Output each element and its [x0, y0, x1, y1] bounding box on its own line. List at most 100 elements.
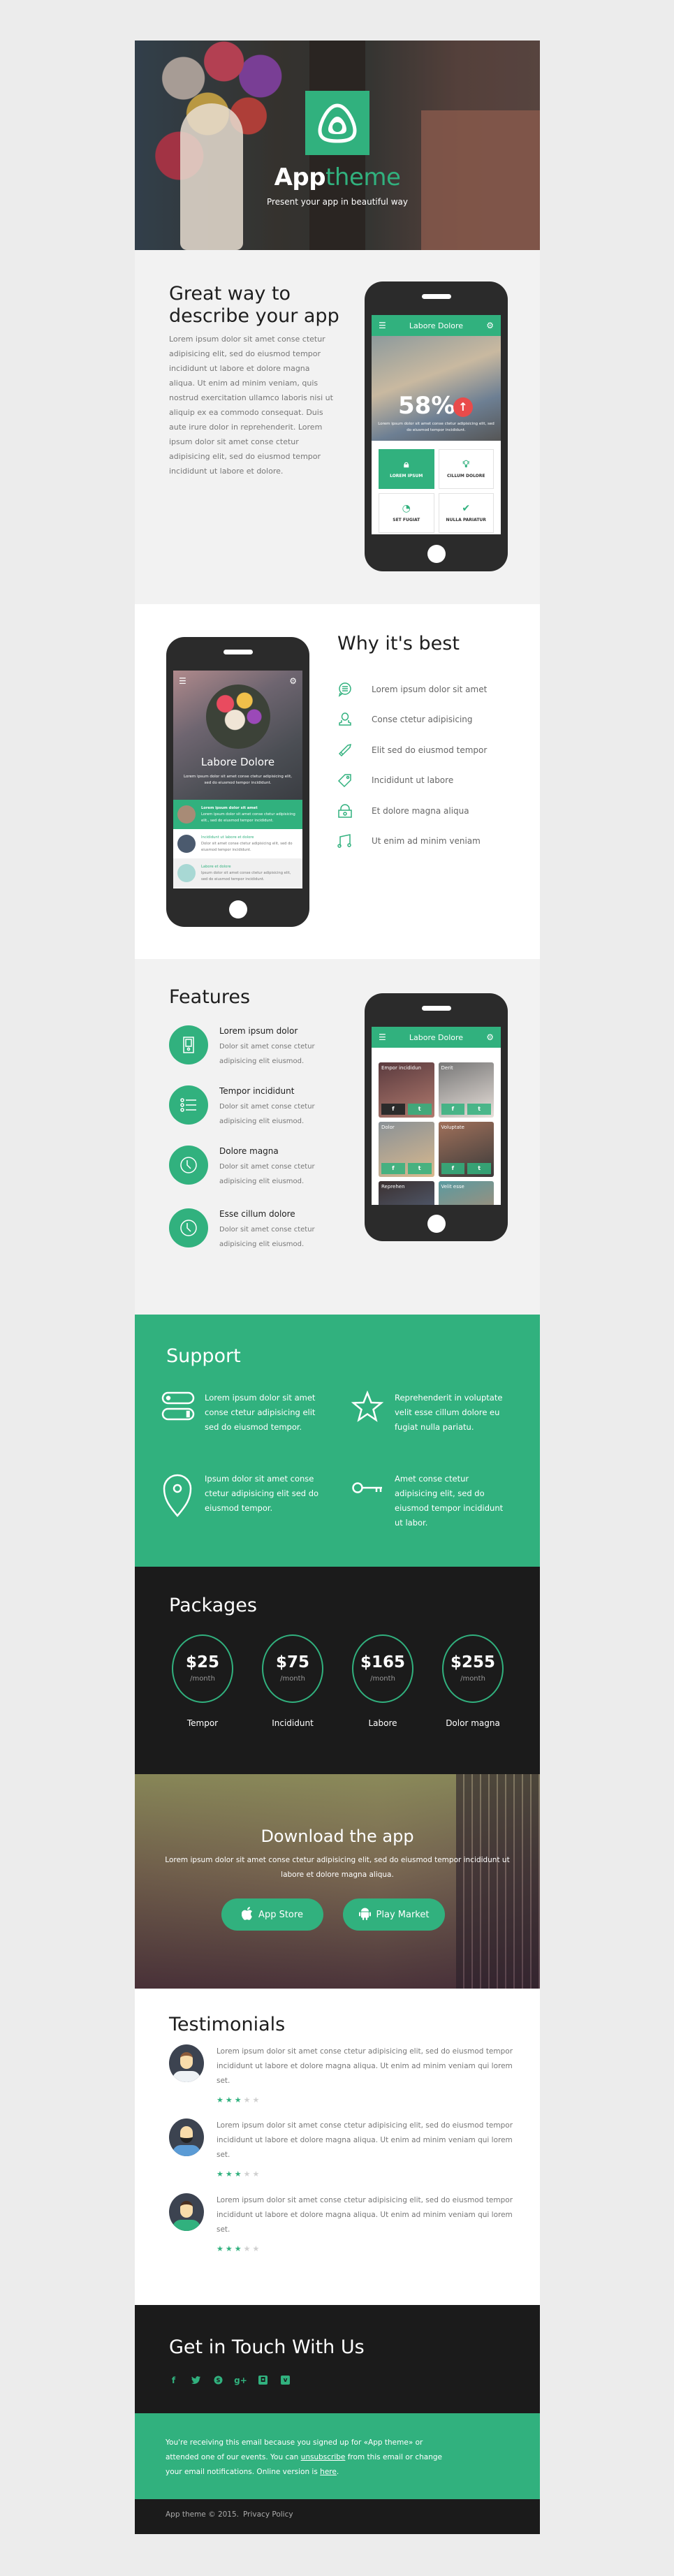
profile-card[interactable]: Voluptate f t	[438, 1122, 494, 1177]
package-price-ring: $75/month	[262, 1634, 323, 1703]
toggles-icon	[161, 1391, 205, 1435]
list-item[interactable]: Incididunt ut labore et dolore Dolor sit …	[173, 829, 302, 858]
download-text: Lorem ipsum dolor sit amet conse ctetur …	[165, 1856, 510, 1879]
instagram-icon[interactable]: ◘	[258, 2376, 268, 2385]
star-filled-icon: ★	[217, 2095, 226, 2105]
facebook-icon[interactable]: f	[441, 1163, 465, 1174]
profile-card-name: Derit	[441, 1065, 453, 1071]
phone-mockup: ☰ ⚙ Labore Dolore Lorem ipsum dolor sit …	[166, 637, 309, 927]
avatar	[177, 864, 196, 882]
feature-item: Esse cillum dolore Dolor sit amet conse c…	[169, 1208, 328, 1268]
package-period: /month	[460, 1675, 485, 1683]
package-card[interactable]: $25/month Tempor	[168, 1634, 237, 1728]
twitter-icon[interactable]	[191, 2376, 200, 2385]
profile-card[interactable]: Dolor f t	[379, 1122, 434, 1177]
tile-label: NULLA PARIATUR	[446, 518, 486, 522]
avatar	[169, 2193, 204, 2231]
list-item-text: Ipsum dolor sit amet conse ctetur adipis…	[201, 871, 291, 881]
gear-icon[interactable]: ⚙	[289, 676, 297, 686]
online-version-link[interactable]: here	[320, 2468, 337, 2476]
features-list: Lorem ipsum dolor Dolor sit amet conse ct…	[169, 1025, 328, 1268]
tile-label: CILLUM DOLORE	[446, 474, 485, 478]
profile-avatar	[206, 685, 270, 749]
why-item: Conse ctetur adipisicing	[337, 705, 487, 736]
package-card[interactable]: $255/month Dolor magna	[438, 1634, 508, 1728]
support-text: Amet conse ctetur adipisicing elit, sed …	[395, 1474, 504, 1528]
gear-icon[interactable]: ⚙	[486, 321, 494, 330]
mobile-device-icon	[169, 1025, 208, 1064]
feature-item: Dolore magna Dolor sit amet conse ctetur …	[169, 1146, 328, 1206]
why-title: Why it's best	[337, 633, 460, 654]
twitter-icon[interactable]: t	[407, 1163, 432, 1174]
star-rating: ★★★★★	[217, 2244, 518, 2253]
package-card[interactable]: $75/month Incididunt	[258, 1634, 328, 1728]
phone-speaker	[421, 1006, 451, 1011]
tile-nulla-pariatur[interactable]: ✔ NULLA PARIATUR	[438, 493, 494, 533]
profile-card[interactable]: Velit esseft	[438, 1181, 494, 1205]
package-price-ring: $255/month	[442, 1634, 504, 1703]
vimeo-icon[interactable]: v	[281, 2376, 290, 2385]
phone-home-button	[427, 545, 446, 563]
profile-card[interactable]: Derit f t	[438, 1062, 494, 1118]
list-item-title: Incididunt ut labore et dolore	[201, 835, 254, 840]
facebook-icon[interactable]: f	[441, 1104, 465, 1115]
app-store-button[interactable]: App Store	[221, 1898, 323, 1931]
phone-screen: ☰ Labore Dolore ⚙ Empor incididun f t Deri…	[372, 1027, 501, 1205]
tile-cillum-dolore[interactable]: 💡︎ CILLUM DOLORE	[438, 449, 494, 489]
tile-label: LOREM IPSUM	[390, 474, 423, 478]
support-item: Reprehenderit in voluptate velit esse ci…	[351, 1391, 512, 1435]
twitter-icon[interactable]: t	[467, 1104, 491, 1115]
facebook-icon[interactable]: f	[169, 2376, 178, 2385]
twitter-icon[interactable]: t	[467, 1163, 491, 1174]
package-name: Labore	[368, 1718, 397, 1728]
intro-title: Great way to describe your app	[169, 283, 339, 328]
hamburger-menu-icon[interactable]: ☰	[379, 321, 386, 330]
tagline: Present your app in beautiful way	[266, 197, 409, 207]
hamburger-menu-icon[interactable]: ☰	[379, 1032, 386, 1042]
package-card[interactable]: $165/month Labore	[348, 1634, 418, 1728]
star-filled-icon: ★	[234, 2095, 244, 2105]
profile-card[interactable]: Reprehenft	[379, 1181, 434, 1205]
facebook-icon[interactable]: f	[381, 1163, 405, 1174]
facebook-icon[interactable]: f	[381, 1104, 405, 1115]
list-item-title: Labore et dolore	[201, 865, 231, 869]
list-item-title: Lorem ipsum dolor sit amet	[201, 806, 258, 810]
app-bar-title: Labore Dolore	[409, 321, 464, 330]
avatar	[177, 805, 196, 824]
phone-home-button	[228, 900, 247, 919]
skype-icon[interactable]: S	[214, 2376, 223, 2385]
clock-icon	[169, 1208, 208, 1247]
why-item: Et dolore magna aliqua	[337, 796, 487, 826]
testimonial-text: Lorem ipsum dolor sit amet conse ctetur …	[217, 2047, 513, 2085]
hamburger-menu-icon[interactable]: ☰	[179, 676, 186, 686]
star-icon	[351, 1391, 395, 1435]
features-section: Features Lorem ipsum dolor Dolor sit amet…	[135, 959, 540, 1315]
privacy-policy-link[interactable]: Privacy Policy	[243, 2510, 293, 2519]
google-plus-icon[interactable]: g+	[234, 2376, 247, 2385]
tile-set-fugiat[interactable]: ◔ SET FUGIAT	[379, 493, 434, 533]
footer: App theme © 2015. Privacy Policy	[135, 2499, 540, 2534]
brand-part-app: App	[274, 163, 326, 191]
list-item[interactable]: Labore et dolore Ipsum dolor sit amet con…	[173, 858, 302, 888]
rounded-triangle-logo-icon	[305, 91, 369, 155]
support-text: Ipsum dolor sit amet conse ctetur adipis…	[205, 1474, 319, 1513]
package-price: $255	[450, 1653, 495, 1671]
lock-icon	[337, 803, 357, 819]
unsubscribe-link[interactable]: unsubscribe	[301, 2453, 346, 2461]
list-item[interactable]: Lorem ipsum dolor sit amet Lorem ipsum do…	[173, 800, 302, 829]
gear-icon[interactable]: ⚙	[486, 1032, 494, 1042]
avatar	[177, 835, 196, 853]
tile-lorem-ipsum[interactable]: 🔒︎ LOREM IPSUM	[379, 449, 434, 489]
star-empty-icon: ★	[243, 2169, 253, 2179]
package-price: $75	[275, 1653, 309, 1671]
profile-card[interactable]: Empor incididun f t	[379, 1062, 434, 1118]
phone-screen: ☰ Labore Dolore ⚙ 58% ↑ Lorem ipsum dolo…	[372, 315, 501, 534]
play-market-button[interactable]: Play Market	[343, 1898, 445, 1931]
feature-title: Tempor incididunt	[219, 1086, 295, 1096]
why-item-label: Et dolore magna aliqua	[372, 805, 469, 816]
avatar	[169, 2118, 204, 2156]
feature-title: Lorem ipsum dolor	[219, 1026, 298, 1036]
twitter-icon[interactable]: t	[407, 1104, 432, 1115]
lightbulb-icon: 💡︎	[462, 459, 470, 470]
star-filled-icon: ★	[234, 2244, 244, 2253]
